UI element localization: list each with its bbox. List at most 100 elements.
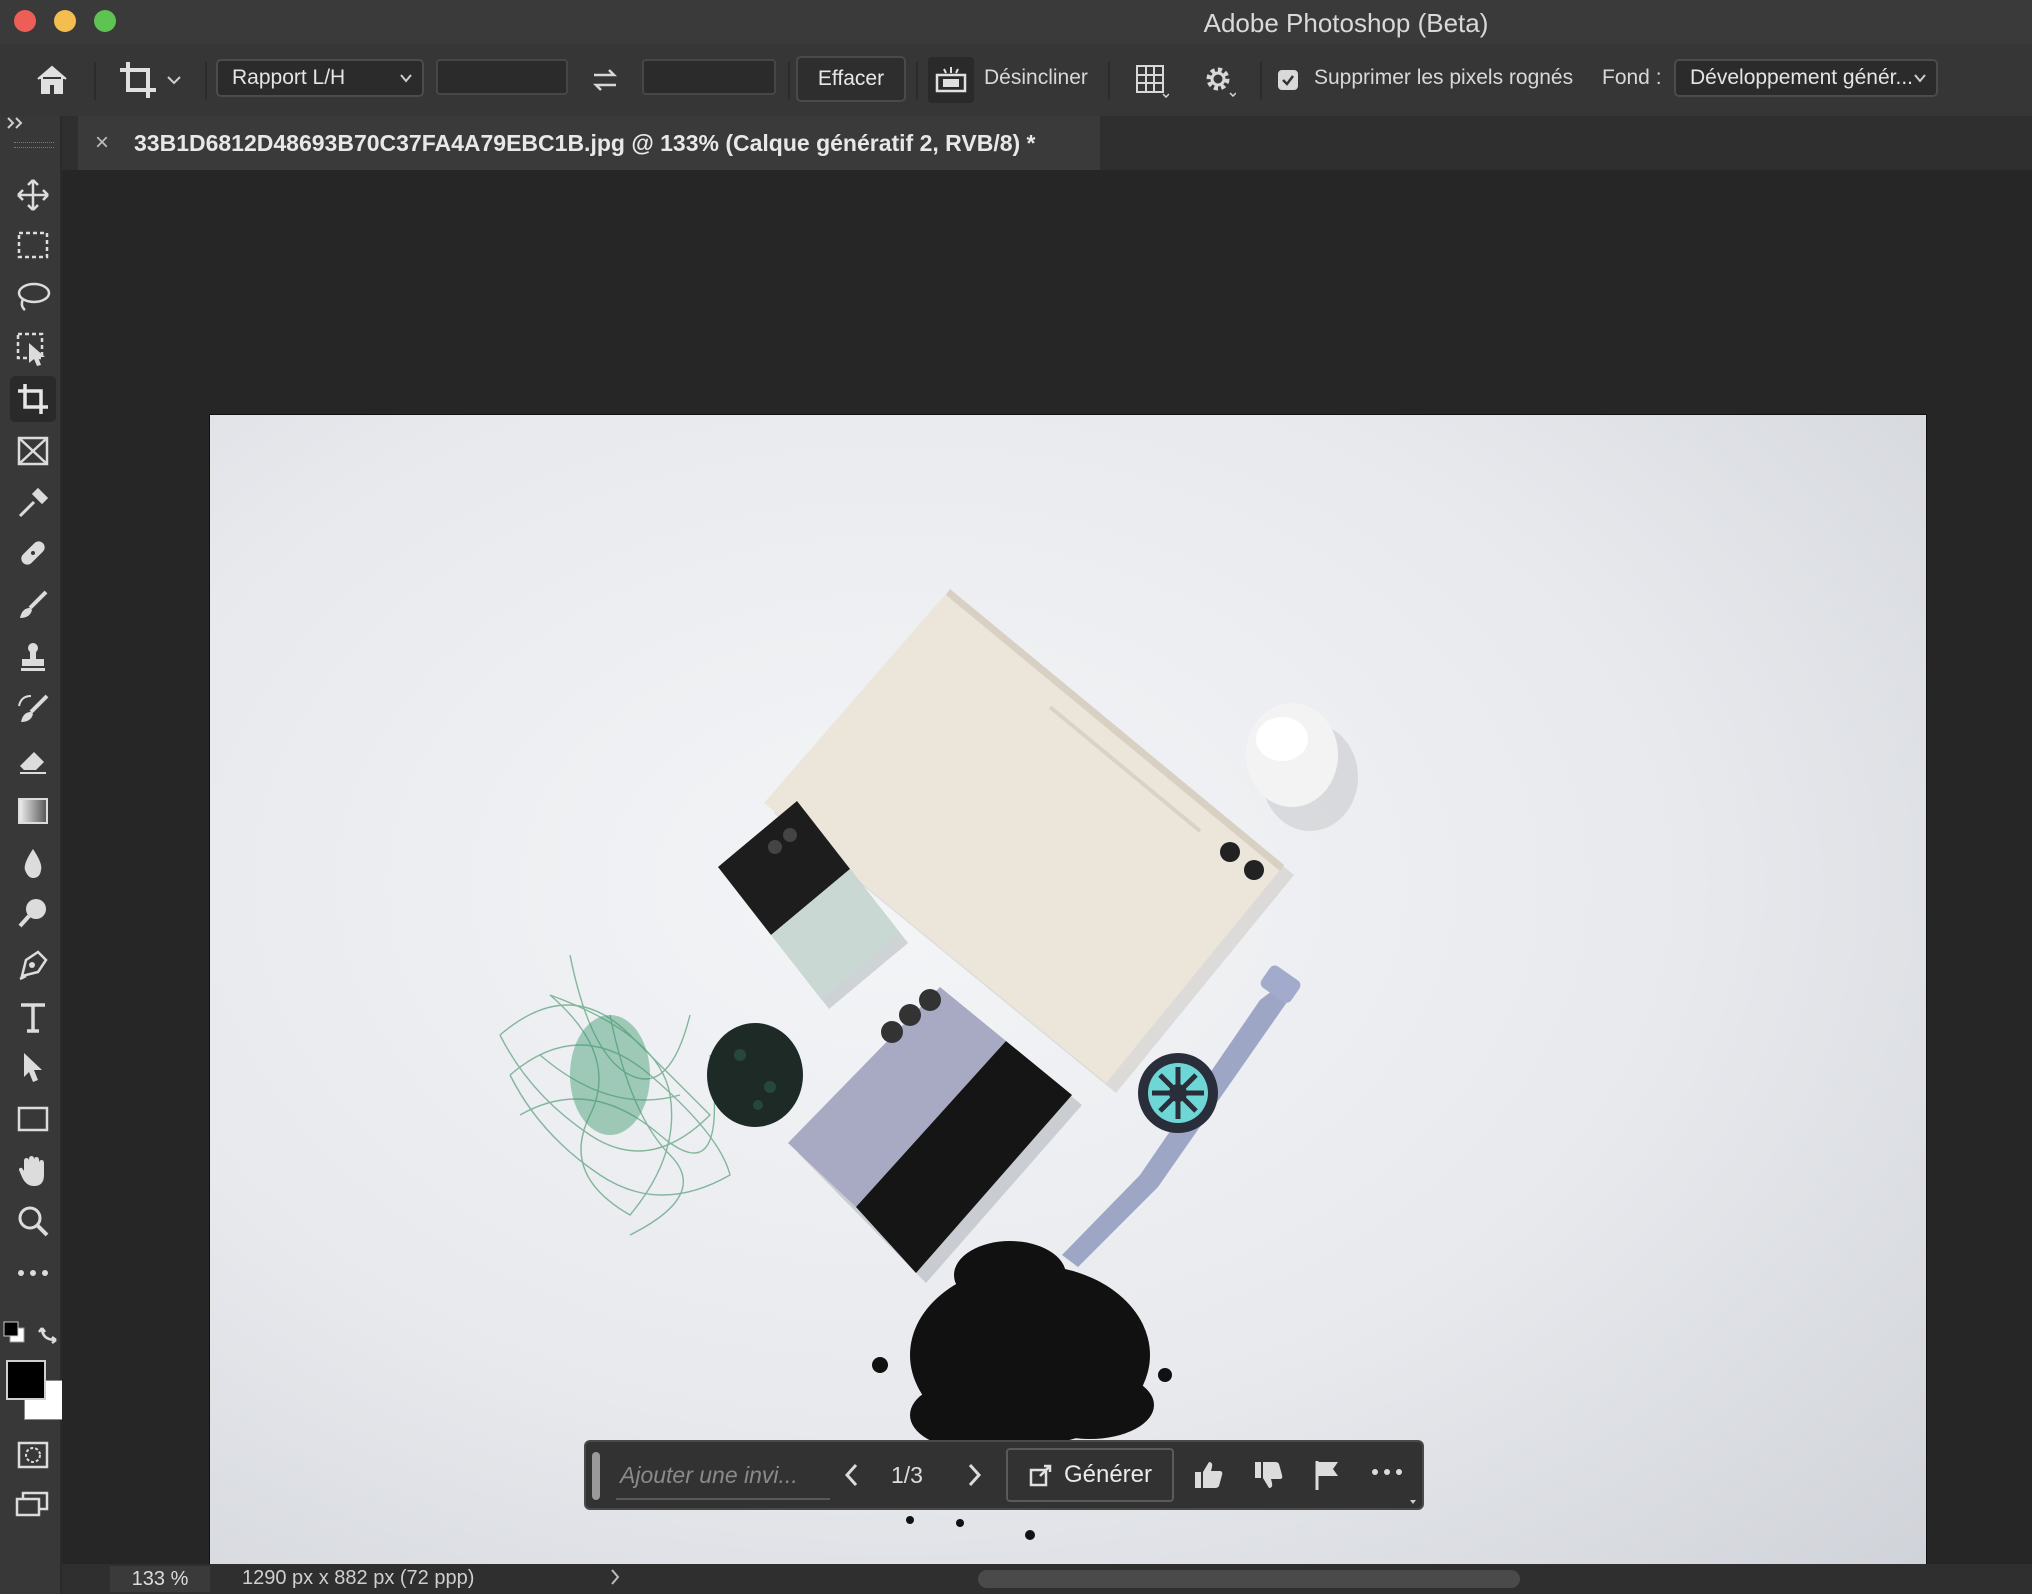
more-horizontal-icon [18, 1270, 48, 1276]
rectangle-tool[interactable] [10, 1096, 56, 1142]
overlay-grid-button[interactable] [1128, 44, 1174, 116]
prompt-input[interactable]: Ajouter une invi... [616, 1452, 830, 1500]
blur-tool[interactable] [10, 840, 56, 886]
clone-stamp-tool[interactable] [10, 634, 56, 680]
report-button[interactable] [1312, 1458, 1348, 1494]
document-canvas[interactable] [209, 414, 1927, 1590]
history-brush-icon [18, 694, 49, 722]
tablet-image [764, 589, 1294, 1093]
screen-mode-button[interactable] [10, 1482, 56, 1528]
chevron-down-icon [1914, 74, 1926, 83]
chevron-left-icon [844, 1463, 858, 1487]
level-icon [935, 67, 967, 93]
object-selection-tool[interactable] [10, 326, 56, 372]
gradient-icon [18, 798, 48, 824]
checkmark-icon [1282, 75, 1294, 86]
height-field[interactable] [642, 59, 776, 95]
fill-dropdown-value: Développement génér... [1690, 66, 1913, 89]
canvas-area[interactable] [62, 170, 2032, 1590]
straighten-button[interactable] [926, 44, 976, 116]
panel-grip[interactable] [14, 142, 54, 148]
clear-button[interactable]: Effacer [796, 56, 906, 102]
thumbs-down-button[interactable] [1252, 1458, 1288, 1494]
dodge-tool[interactable] [10, 890, 56, 936]
object-selection-icon [16, 332, 45, 366]
ratio-dropdown[interactable]: Rapport L/H [216, 59, 424, 97]
eraser-tool[interactable] [10, 736, 56, 782]
fill-dropdown[interactable]: Développement génér... [1674, 59, 1938, 97]
document-size-info[interactable]: 1290 px x 882 px (72 ppp) [242, 1567, 474, 1590]
task-bar-menu-corner-icon [1410, 1500, 1416, 1504]
zoom-level-field[interactable]: 133 % [110, 1566, 210, 1592]
lasso-icon [17, 282, 51, 311]
quick-mask-button[interactable] [10, 1432, 56, 1478]
quick-mask-icon [17, 1441, 49, 1469]
lasso-tool[interactable] [10, 274, 56, 320]
healing-brush-tool[interactable] [10, 530, 56, 576]
crop-tool[interactable] [10, 376, 56, 422]
title-bar: Adobe Photoshop (Beta) [0, 0, 2032, 44]
brush-tool[interactable] [10, 582, 56, 628]
task-bar-grip[interactable] [592, 1452, 600, 1500]
close-tab-icon[interactable]: × [90, 129, 114, 157]
app-title: Adobe Photoshop (Beta) [1203, 8, 1489, 38]
gear-icon [1206, 67, 1236, 97]
stamp-icon [21, 643, 45, 671]
eyedropper-tool[interactable] [10, 480, 56, 526]
straighten-label: Désincliner [984, 66, 1088, 89]
delete-cropped-pixels-checkbox[interactable] [1278, 70, 1298, 90]
crop-icon [18, 384, 48, 414]
more-tools-button[interactable] [10, 1250, 56, 1296]
brush-icon [20, 590, 48, 618]
thumbs-down-icon [1255, 1462, 1283, 1488]
flag-icon [1315, 1461, 1338, 1490]
horizontal-scrollbar[interactable] [978, 1570, 1520, 1588]
earbuds-image [1246, 703, 1358, 831]
variation-counter: 1/3 [891, 1462, 923, 1488]
fill-label: Fond : [1602, 66, 1662, 89]
generate-label: Générer [1063, 1461, 1153, 1488]
chevron-right-icon[interactable] [608, 1564, 624, 1590]
gradient-tool[interactable] [10, 788, 56, 834]
crop-icon [120, 62, 156, 98]
default-colors-button[interactable] [2, 1320, 26, 1344]
document-tab[interactable]: × 33B1D6812D48693B70C37FA4A79EBC1B.jpg @… [78, 116, 1100, 170]
move-tool[interactable] [10, 172, 56, 218]
width-field[interactable] [436, 59, 568, 95]
arrow-icon [24, 1053, 42, 1082]
generate-button[interactable]: Générer [1006, 1448, 1174, 1502]
swap-colors-button[interactable] [38, 1320, 64, 1346]
frame-tool[interactable] [10, 428, 56, 474]
hand-icon [19, 1156, 44, 1186]
previous-variation-button[interactable] [840, 1460, 870, 1494]
options-bar: Rapport L/H Effacer Désincliner Supprime… [0, 44, 2032, 118]
foreground-color-swatch[interactable] [6, 1360, 46, 1400]
fold-phone-image [788, 987, 1082, 1283]
thumbs-up-button[interactable] [1192, 1458, 1228, 1494]
document-tab-bar: × 33B1D6812D48693B70C37FA4A79EBC1B.jpg @… [62, 116, 2032, 170]
tools-panel [0, 116, 64, 1594]
next-variation-button[interactable] [962, 1460, 992, 1494]
swap-dimensions-button[interactable] [584, 44, 626, 116]
document-tab-title: 33B1D6812D48693B70C37FA4A79EBC1B.jpg @ 1… [134, 129, 1036, 156]
crop-settings-button[interactable] [1196, 44, 1242, 116]
thumbs-up-icon [1195, 1462, 1223, 1488]
frame-icon [17, 436, 49, 466]
delete-cropped-pixels-label: Supprimer les pixels rognés [1314, 66, 1574, 89]
type-tool[interactable] [10, 994, 56, 1040]
more-options-button[interactable] [1370, 1464, 1410, 1494]
chevron-down-icon [400, 74, 412, 83]
path-selection-tool[interactable] [10, 1044, 56, 1090]
zoom-tool[interactable] [10, 1198, 56, 1244]
home-icon [37, 65, 67, 94]
marquee-tool[interactable] [10, 222, 56, 268]
crop-preset-button[interactable] [110, 44, 190, 116]
pen-tool[interactable] [10, 942, 56, 988]
history-brush-tool[interactable] [10, 686, 56, 732]
rectangular-marquee-icon [17, 231, 49, 259]
screen-mode-icon [15, 1491, 49, 1517]
hand-tool[interactable] [10, 1148, 56, 1194]
grid-icon [1136, 65, 1169, 98]
generate-icon [1029, 1464, 1052, 1487]
home-button[interactable] [28, 44, 76, 116]
